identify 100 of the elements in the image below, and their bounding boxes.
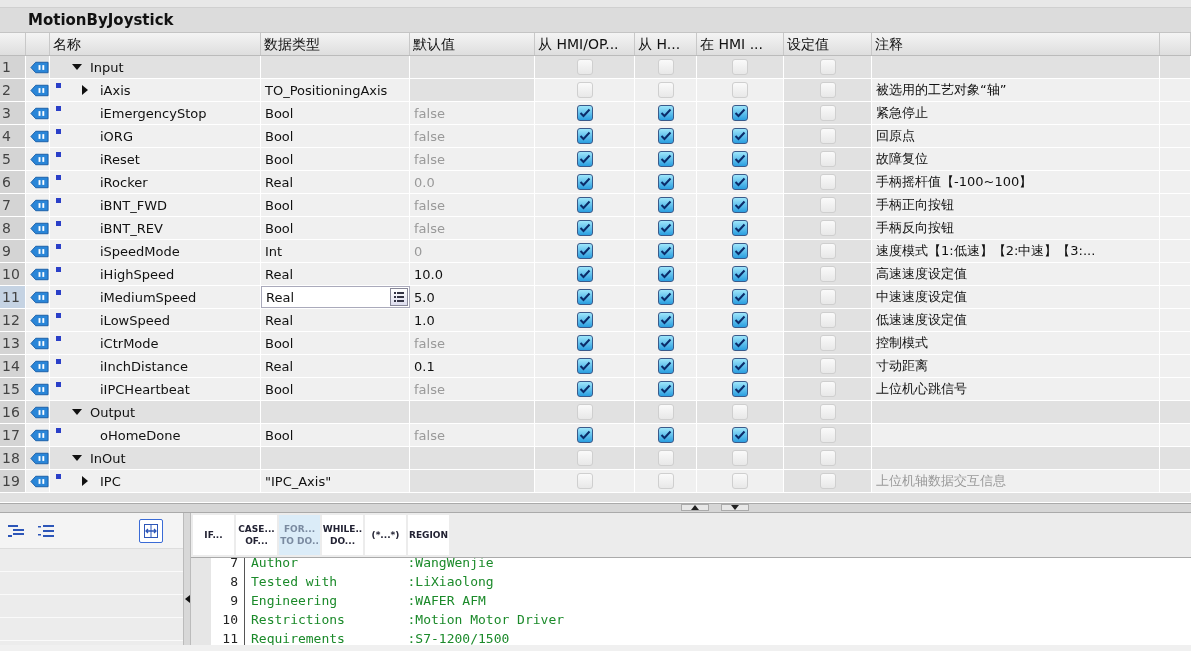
row-number[interactable]: 14 [0, 355, 26, 377]
interface-tag-icon [30, 267, 49, 281]
checkbox[interactable] [576, 243, 593, 259]
row-number[interactable]: 3 [0, 102, 26, 124]
checkbox[interactable] [576, 174, 593, 190]
checkbox[interactable] [657, 381, 674, 397]
row-number[interactable]: 4 [0, 125, 26, 147]
checkbox[interactable] [576, 312, 593, 328]
instruction-button[interactable]: (*...*) [365, 515, 406, 555]
column-header[interactable]: 从 HMI/OP... [535, 33, 635, 55]
checkbox[interactable] [732, 197, 748, 213]
line-number: 11 [211, 629, 245, 645]
row-number[interactable]: 17 [0, 424, 26, 446]
checkbox[interactable] [732, 312, 748, 328]
checkbox[interactable] [576, 266, 593, 282]
checkbox[interactable] [657, 335, 674, 351]
row-number[interactable]: 12 [0, 309, 26, 331]
member-marker [55, 129, 61, 134]
row-number[interactable]: 10 [0, 263, 26, 285]
row-number[interactable]: 11 [0, 286, 26, 308]
column-header[interactable]: 设定值 [784, 33, 872, 55]
scroll-down-button[interactable] [721, 504, 749, 511]
data-type-field[interactable]: Real [261, 286, 410, 308]
checkbox[interactable] [576, 381, 593, 397]
row-number[interactable]: 6 [0, 171, 26, 193]
expand-arrow-icon[interactable] [80, 476, 90, 486]
checkbox[interactable] [657, 151, 674, 167]
collapse-arrow-icon[interactable] [72, 453, 82, 463]
member-marker [55, 336, 61, 341]
checkbox[interactable] [732, 220, 748, 236]
code-line: Author :WangWenjie [250, 558, 494, 570]
variable-name: iCtrMode [100, 335, 159, 351]
column-header[interactable]: 名称 [50, 33, 261, 55]
interface-tag-icon [30, 382, 49, 396]
checkbox[interactable] [732, 128, 748, 144]
expand-arrow-icon[interactable] [80, 85, 90, 95]
numbered-list-icon[interactable] [38, 524, 54, 537]
scroll-up-button[interactable] [681, 504, 709, 511]
collapse-arrow-icon[interactable] [72, 407, 82, 417]
row-number[interactable]: 13 [0, 332, 26, 354]
row-number[interactable]: 1 [0, 56, 26, 78]
instruction-button[interactable]: REGION [408, 515, 449, 555]
checkbox[interactable] [732, 174, 748, 190]
column-header[interactable]: 从 H... [635, 33, 697, 55]
checkbox[interactable] [657, 128, 674, 144]
checkbox[interactable] [576, 220, 593, 236]
checkbox[interactable] [576, 197, 593, 213]
checkbox[interactable] [657, 358, 674, 374]
interface-tag-icon [30, 106, 49, 120]
column-header[interactable]: 数据类型 [261, 33, 410, 55]
checkbox[interactable] [732, 427, 748, 443]
row-number[interactable]: 2 [0, 79, 26, 101]
checkbox[interactable] [732, 289, 748, 305]
row-number[interactable]: 19 [0, 470, 26, 492]
checkbox[interactable] [732, 151, 748, 167]
data-type: Bool [265, 381, 294, 397]
instruction-button[interactable]: WHILE.. DO... [322, 515, 363, 555]
checkbox[interactable] [657, 105, 674, 121]
checkbox[interactable] [576, 289, 593, 305]
indent-icon[interactable] [8, 524, 24, 537]
column-header[interactable]: 注释 [872, 33, 1160, 55]
collapse-arrow-icon[interactable] [72, 62, 82, 72]
checkbox[interactable] [576, 128, 593, 144]
checkbox[interactable] [732, 105, 748, 121]
checkbox[interactable] [657, 427, 674, 443]
line-number: 8 [211, 572, 245, 591]
checkbox[interactable] [576, 105, 593, 121]
instruction-button[interactable]: IF... [193, 515, 234, 555]
checkbox[interactable] [657, 220, 674, 236]
comment-text: 手柄正向按钮 [876, 196, 954, 214]
instruction-button[interactable]: CASE... OF... [236, 515, 277, 555]
row-number[interactable]: 9 [0, 240, 26, 262]
checkbox[interactable] [657, 174, 674, 190]
checkbox[interactable] [732, 335, 748, 351]
row-number[interactable]: 7 [0, 194, 26, 216]
row-number[interactable]: 18 [0, 447, 26, 469]
split-view-button[interactable] [139, 518, 163, 543]
row-number[interactable]: 16 [0, 401, 26, 423]
row-number[interactable]: 8 [0, 217, 26, 239]
row-number[interactable]: 15 [0, 378, 26, 400]
column-header[interactable]: 在 HMI ... [697, 33, 784, 55]
member-marker [55, 382, 61, 387]
checkbox[interactable] [657, 197, 674, 213]
row-number[interactable]: 5 [0, 148, 26, 170]
checkbox[interactable] [576, 151, 593, 167]
list-icon[interactable] [390, 288, 408, 306]
checkbox[interactable] [657, 289, 674, 305]
variable-name: iORG [100, 128, 133, 144]
variable-name: Output [90, 404, 136, 420]
checkbox[interactable] [732, 243, 748, 259]
checkbox[interactable] [576, 358, 593, 374]
checkbox[interactable] [576, 335, 593, 351]
checkbox[interactable] [657, 312, 674, 328]
checkbox[interactable] [732, 358, 748, 374]
checkbox[interactable] [732, 381, 748, 397]
column-header[interactable]: 默认值 [410, 33, 535, 55]
checkbox[interactable] [732, 266, 748, 282]
checkbox[interactable] [657, 243, 674, 259]
checkbox[interactable] [657, 266, 674, 282]
checkbox[interactable] [576, 427, 593, 443]
